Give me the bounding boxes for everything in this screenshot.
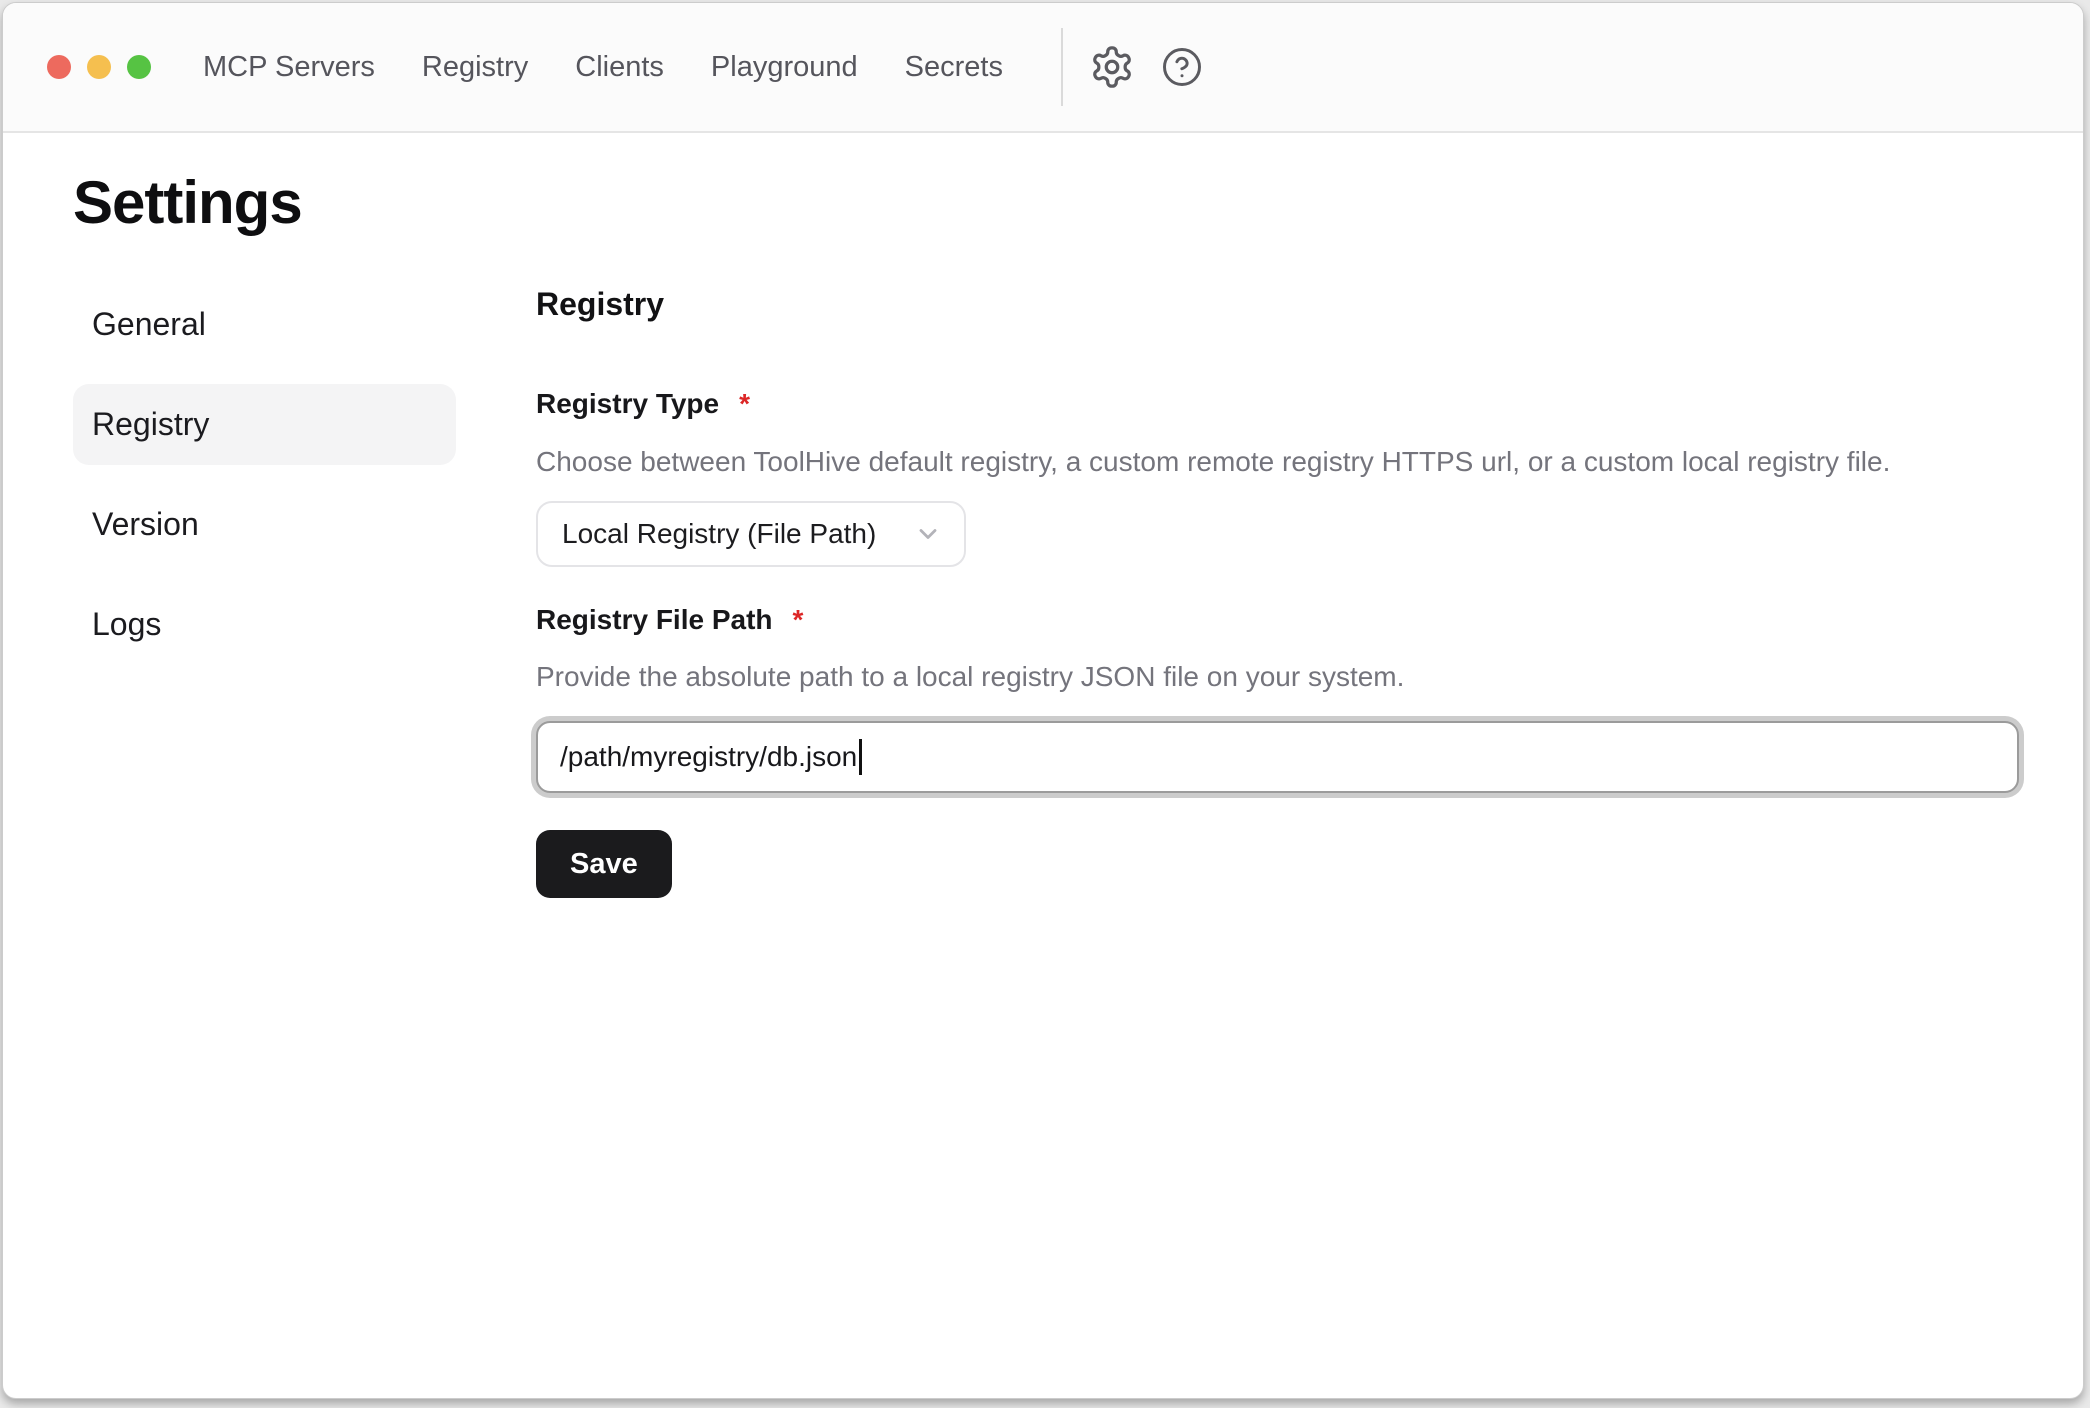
field-label-text: Registry Type — [536, 386, 719, 422]
sidebar-item-registry[interactable]: Registry — [73, 384, 456, 465]
chevron-down-icon — [914, 520, 942, 548]
field-label-text: Registry File Path — [536, 602, 773, 638]
settings-page: Settings General Registry Version Logs — [3, 167, 2083, 898]
nav-item-mcp-servers[interactable]: MCP Servers — [203, 51, 375, 84]
registry-file-path-description: Provide the absolute path to a local reg… — [536, 659, 2019, 695]
registry-file-path-input[interactable]: /path/myregistry/db.json — [536, 721, 2019, 793]
help-button[interactable] — [1161, 46, 1203, 88]
zoom-window-button[interactable] — [127, 55, 151, 79]
registry-type-label: Registry Type * — [536, 386, 2019, 422]
registry-type-description: Choose between ToolHive default registry… — [536, 444, 2019, 480]
sidebar-item-version[interactable]: Version — [73, 484, 456, 565]
settings-gear-button[interactable] — [1089, 44, 1135, 90]
input-value: /path/myregistry/db.json — [560, 741, 857, 773]
registry-type-select[interactable]: Local Registry (File Path) — [536, 501, 966, 567]
required-asterisk: * — [739, 386, 750, 422]
gear-icon — [1089, 44, 1135, 90]
nav-item-clients[interactable]: Clients — [575, 51, 664, 84]
sidebar-item-label: Registry — [92, 406, 209, 443]
settings-sidebar: General Registry Version Logs — [73, 284, 456, 898]
top-navigation: MCP Servers Registry Clients Playground … — [203, 51, 1003, 84]
registry-settings-panel: Registry Registry Type * Choose between … — [536, 284, 2019, 898]
traffic-lights — [47, 55, 151, 79]
save-button[interactable]: Save — [536, 830, 672, 898]
sidebar-item-label: Version — [92, 506, 199, 543]
text-cursor — [859, 739, 862, 775]
nav-item-playground[interactable]: Playground — [711, 51, 858, 84]
nav-item-registry[interactable]: Registry — [422, 51, 528, 84]
section-heading: Registry — [536, 284, 2019, 324]
sidebar-item-logs[interactable]: Logs — [73, 584, 456, 665]
titlebar: MCP Servers Registry Clients Playground … — [3, 3, 2083, 133]
selected-option-label: Local Registry (File Path) — [562, 518, 876, 550]
sidebar-item-general[interactable]: General — [73, 284, 456, 365]
close-window-button[interactable] — [47, 55, 71, 79]
app-window: MCP Servers Registry Clients Playground … — [2, 2, 2084, 1399]
minimize-window-button[interactable] — [87, 55, 111, 79]
page-title: Settings — [73, 167, 2019, 239]
titlebar-divider — [1061, 28, 1063, 106]
help-icon — [1161, 46, 1203, 88]
nav-item-secrets[interactable]: Secrets — [905, 51, 1003, 84]
sidebar-item-label: General — [92, 306, 206, 343]
sidebar-item-label: Logs — [92, 606, 161, 643]
required-asterisk: * — [793, 602, 804, 638]
registry-file-path-label: Registry File Path * — [536, 602, 2019, 638]
